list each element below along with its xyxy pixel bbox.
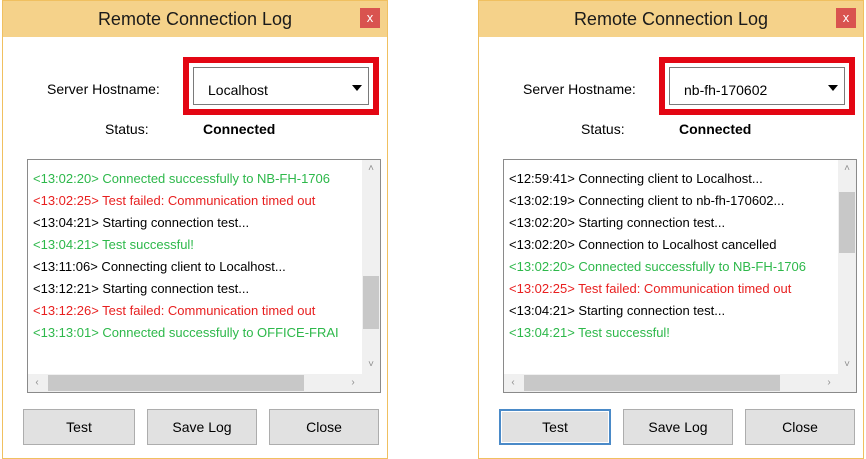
chevron-left-icon[interactable]: ‹ — [504, 374, 522, 392]
highlight-box: Localhost — [183, 57, 379, 115]
server-hostname-label: Server Hostname: — [523, 81, 636, 97]
horizontal-scroll-thumb[interactable] — [524, 375, 780, 391]
horizontal-scrollbar[interactable]: ‹ › — [504, 374, 838, 392]
status-label: Status: — [105, 121, 149, 137]
remote-connection-log-dialog: Remote Connection Log x Server Hostname:… — [2, 0, 388, 459]
close-button[interactable]: Close — [745, 409, 855, 445]
test-button[interactable]: Test — [499, 409, 611, 445]
log-line: <13:02:25> Test failed: Communication ti… — [509, 281, 792, 296]
chevron-up-icon[interactable]: ˄ — [362, 160, 380, 178]
chevron-right-icon[interactable]: › — [820, 374, 838, 392]
log-line: <13:12:21> Starting connection test... — [33, 281, 250, 296]
log-line: <13:02:20> Connected successfully to NB-… — [509, 259, 807, 274]
log-line: <13:13:01> Connected successfully to OFF… — [33, 325, 339, 340]
log-line: <13:02:19> Connecting client to nb-fh-17… — [509, 193, 785, 208]
server-hostname-value: Localhost — [208, 82, 268, 98]
log-list[interactable]: <13:02:20> Connected successfully to NB-… — [27, 159, 381, 393]
close-window-button[interactable]: x — [360, 8, 380, 28]
status-value: Connected — [679, 121, 752, 137]
test-button[interactable]: Test — [23, 409, 135, 445]
status-label: Status: — [581, 121, 625, 137]
server-hostname-value: nb-fh-170602 — [684, 82, 768, 98]
chevron-down-icon[interactable]: ˅ — [838, 356, 856, 374]
chevron-up-icon[interactable]: ˄ — [838, 160, 856, 178]
title-bar[interactable]: Remote Connection Log x — [479, 1, 863, 37]
log-line: <13:04:21> Starting connection test... — [33, 215, 250, 230]
log-lines: <12:59:41> Connecting client to Localhos… — [509, 168, 836, 374]
status-value: Connected — [203, 121, 276, 137]
chevron-down-icon — [352, 85, 362, 91]
save-log-button[interactable]: Save Log — [147, 409, 257, 445]
log-line: <13:12:26> Test failed: Communication ti… — [33, 303, 316, 318]
log-line: <13:02:20> Connection to Localhost cance… — [509, 237, 777, 252]
log-line: <13:02:20> Starting connection test... — [509, 215, 726, 230]
highlight-box: nb-fh-170602 — [659, 57, 855, 115]
vertical-scrollbar[interactable]: ˄ ˅ — [838, 160, 856, 374]
close-window-button[interactable]: x — [836, 8, 856, 28]
server-hostname-label: Server Hostname: — [47, 81, 160, 97]
chevron-left-icon[interactable]: ‹ — [28, 374, 46, 392]
log-lines: <13:02:20> Connected successfully to NB-… — [33, 168, 360, 374]
log-line: <13:02:20> Connected successfully to NB-… — [33, 171, 331, 186]
scrollbar-corner — [362, 374, 380, 392]
server-hostname-dropdown[interactable]: Localhost — [193, 67, 369, 105]
window-title: Remote Connection Log — [97, 9, 293, 29]
scrollbar-corner — [838, 374, 856, 392]
log-line: <13:04:21> Starting connection test... — [509, 303, 726, 318]
dialog-body: Server Hostname: nb-fh-170602 Status: Co… — [483, 37, 859, 454]
log-line: <13:04:21> Test successful! — [509, 325, 670, 340]
chevron-right-icon[interactable]: › — [344, 374, 362, 392]
server-hostname-dropdown[interactable]: nb-fh-170602 — [669, 67, 845, 105]
dialog-body: Server Hostname: Localhost Status: Conne… — [7, 37, 383, 454]
close-button[interactable]: Close — [269, 409, 379, 445]
vertical-scroll-thumb[interactable] — [363, 275, 379, 330]
log-line: <13:11:06> Connecting client to Localhos… — [33, 259, 286, 274]
horizontal-scroll-thumb[interactable] — [48, 375, 304, 391]
window-title: Remote Connection Log — [573, 9, 769, 29]
chevron-down-icon[interactable]: ˅ — [362, 356, 380, 374]
log-line: <12:59:41> Connecting client to Localhos… — [509, 171, 763, 186]
remote-connection-log-dialog: Remote Connection Log x Server Hostname:… — [478, 0, 864, 459]
vertical-scroll-thumb[interactable] — [839, 192, 855, 253]
log-line: <13:02:25> Test failed: Communication ti… — [33, 193, 316, 208]
title-bar[interactable]: Remote Connection Log x — [3, 1, 387, 37]
log-list[interactable]: <12:59:41> Connecting client to Localhos… — [503, 159, 857, 393]
save-log-button[interactable]: Save Log — [623, 409, 733, 445]
horizontal-scrollbar[interactable]: ‹ › — [28, 374, 362, 392]
chevron-down-icon — [828, 85, 838, 91]
vertical-scrollbar[interactable]: ˄ ˅ — [362, 160, 380, 374]
log-line: <13:04:21> Test successful! — [33, 237, 194, 252]
